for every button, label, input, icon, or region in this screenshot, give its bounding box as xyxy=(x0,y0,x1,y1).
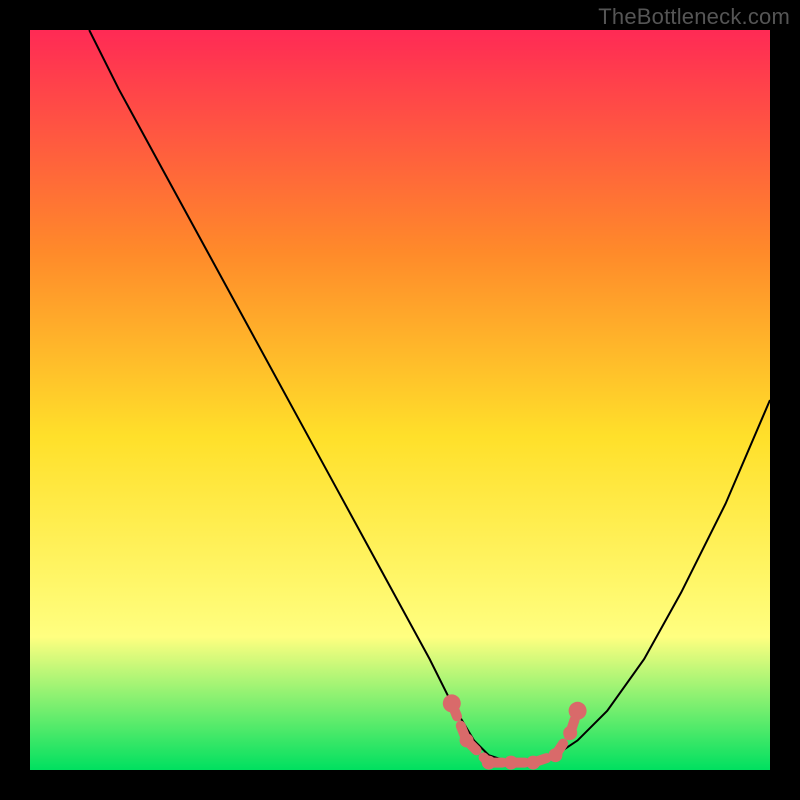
optimal-marker xyxy=(563,726,577,740)
optimal-marker xyxy=(569,702,587,720)
gradient-background xyxy=(30,30,770,770)
optimal-marker xyxy=(548,748,562,762)
optimal-marker xyxy=(443,694,461,712)
optimal-marker xyxy=(526,756,540,770)
optimal-marker xyxy=(504,756,518,770)
chart-container xyxy=(30,30,770,770)
optimal-marker xyxy=(482,756,496,770)
optimal-marker xyxy=(460,733,474,747)
bottleneck-chart xyxy=(30,30,770,770)
watermark-text: TheBottleneck.com xyxy=(598,4,790,30)
